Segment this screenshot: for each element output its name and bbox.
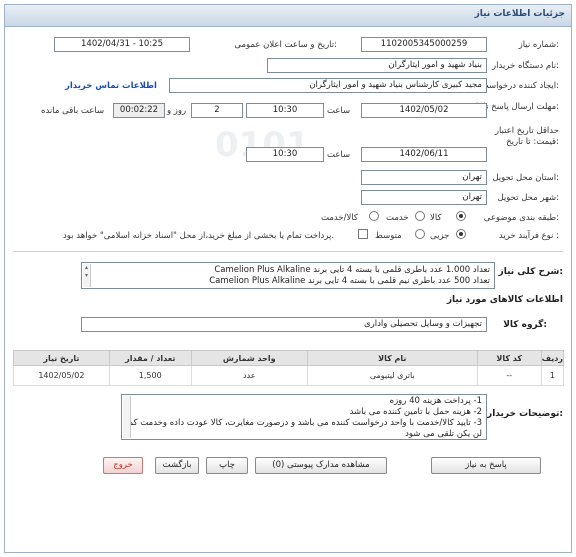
process-medium-label: متوسط (375, 231, 402, 241)
process-minor-label: جزیی (430, 231, 450, 241)
notes-textarea: 1- پرداخت هزینه 40 روزه 2- هزینه حمل با … (121, 394, 487, 440)
goods-section-title: اطلاعات کالاهای مورد نیاز (446, 295, 563, 305)
notes-line-3: 3- تایید کالا/خدمت با واحد درخواست کننده… (127, 418, 482, 428)
need-details-panel: جزئیات اطلاعات نیاز 0101 شماره نیاز: 110… (4, 4, 572, 553)
row-unit: عدد (190, 365, 308, 386)
row-date: 1402/05/02 (13, 365, 110, 386)
validity-time-label: ساعت (327, 150, 351, 160)
col-qty: تعداد / مقدار (108, 350, 192, 366)
panel-title: جزئیات اطلاعات نیاز (474, 9, 565, 19)
deadline-date-field: 1402/05/02 (361, 103, 487, 118)
row-index: 1 (540, 365, 565, 386)
creator-field: مجید کبیری کارشناس بنیاد شهید و امور ایث… (169, 78, 487, 93)
category-goods-radio[interactable] (456, 211, 466, 221)
col-code: کد کالا (476, 350, 542, 366)
process-medium-radio[interactable] (415, 229, 425, 239)
row-qty: 1,500 (108, 365, 192, 386)
view-attachments-button[interactable]: مشاهده مدارک پیوستی (0) (255, 457, 387, 474)
goods-group-label: گروه کالا: (503, 320, 547, 330)
col-date: تاریخ نیاز (13, 350, 110, 366)
category-service-radio[interactable] (415, 211, 425, 221)
buyer-org-field: بنیاد شهید و امور ایثارگران (267, 58, 487, 73)
notes-label: توضیحات خریدار: (487, 409, 563, 419)
days-label: روز و (167, 106, 187, 116)
summary-textarea: ▴ ▾ تعداد 1.000 عدد باطری قلمی با بسته 4 … (81, 262, 495, 289)
divider (13, 251, 563, 252)
city-field: تهران (361, 190, 487, 205)
back-button[interactable]: بازگشت (155, 457, 199, 474)
reply-button[interactable]: پاسخ به نیاز (431, 457, 541, 474)
category-label: طبقه بندی موضوعی: (483, 213, 559, 223)
city-label: شهر محل تحویل: (497, 193, 559, 203)
province-label: استان محل تحویل: (492, 173, 559, 183)
treasury-payment-note: پرداخت تمام یا بخشی از مبلغ خرید،از محل … (63, 231, 335, 241)
summary-label: شرح کلی نیاز: (498, 267, 563, 277)
days-remaining-field: 2 (191, 103, 243, 118)
category-both-label: کالا/خدمت (321, 213, 358, 223)
buyer-org-label: نام دستگاه خریدار: (492, 61, 559, 71)
col-index: ردیف (540, 350, 565, 366)
col-unit: واحد شمارش (190, 350, 308, 366)
table-row: 1 -- باتری لیتیومی عدد 1,500 1402/05/02 (13, 365, 565, 386)
need-number-field: 1102005345000259 (361, 37, 487, 52)
print-button[interactable]: چاپ (206, 457, 248, 474)
goods-table-header: ردیف کد کالا نام کالا واحد شمارش تعداد /… (13, 350, 565, 366)
time-remaining-label: ساعت باقی مانده (41, 106, 105, 116)
panel-titlebar: جزئیات اطلاعات نیاز (5, 5, 571, 27)
category-service-label: خدمت (386, 213, 409, 223)
row-code: -- (476, 365, 542, 386)
announce-label: تاریخ و ساعت اعلان عمومی: (234, 40, 337, 50)
notes-scrollbar[interactable] (123, 396, 131, 438)
process-minor-radio[interactable] (456, 229, 466, 239)
notes-line-1: 1- پرداخت هزینه 40 روزه (389, 396, 482, 406)
process-label: نوع فرآیند خرید : (498, 231, 559, 241)
summary-line-1: تعداد 1.000 عدد باطری قلمی با بسته 4 تای… (214, 265, 490, 275)
deadline-time-label: ساعت (327, 106, 351, 116)
province-field: تهران (361, 170, 487, 185)
notes-line-2: 2- هزینه حمل با تامین کننده می باشد (349, 407, 482, 417)
category-both-radio[interactable] (369, 211, 379, 221)
validity-time-field: 10:30 (246, 147, 324, 162)
goods-table: ردیف کد کالا نام کالا واحد شمارش تعداد /… (13, 350, 565, 386)
validity-date-field: 1402/06/11 (361, 147, 487, 162)
deadline-time-field: 10:30 (246, 103, 324, 118)
category-goods-label: کالا (430, 213, 442, 223)
notes-line-4: لن یکن تلقی می شود (405, 429, 482, 439)
creator-label: ایجاد کننده درخواست: (480, 81, 559, 91)
time-remaining-field: 00:02:22 (113, 103, 165, 118)
buyer-contact-link[interactable]: اطلاعات تماس خریدار (65, 81, 157, 91)
goods-group-field: تجهیزات و وسایل تحصیلی واداری (81, 317, 487, 332)
summary-scrollbar[interactable]: ▴ ▾ (83, 264, 91, 287)
treasury-payment-checkbox[interactable] (358, 229, 368, 239)
exit-button[interactable]: خروج (103, 457, 143, 474)
col-name: نام کالا (306, 350, 478, 366)
need-number-label: شماره نیاز: (518, 40, 559, 50)
validity-label: حداقل تاریخ اعتبار قیمت: تا تاریخ: (494, 126, 559, 147)
row-name: باتری لیتیومی (306, 365, 478, 386)
summary-line-2: تعداد 500 عدد باطری نیم قلمی با بسته 4 ت… (209, 276, 490, 286)
announce-field: 1402/04/31 - 10:25 (54, 37, 190, 52)
